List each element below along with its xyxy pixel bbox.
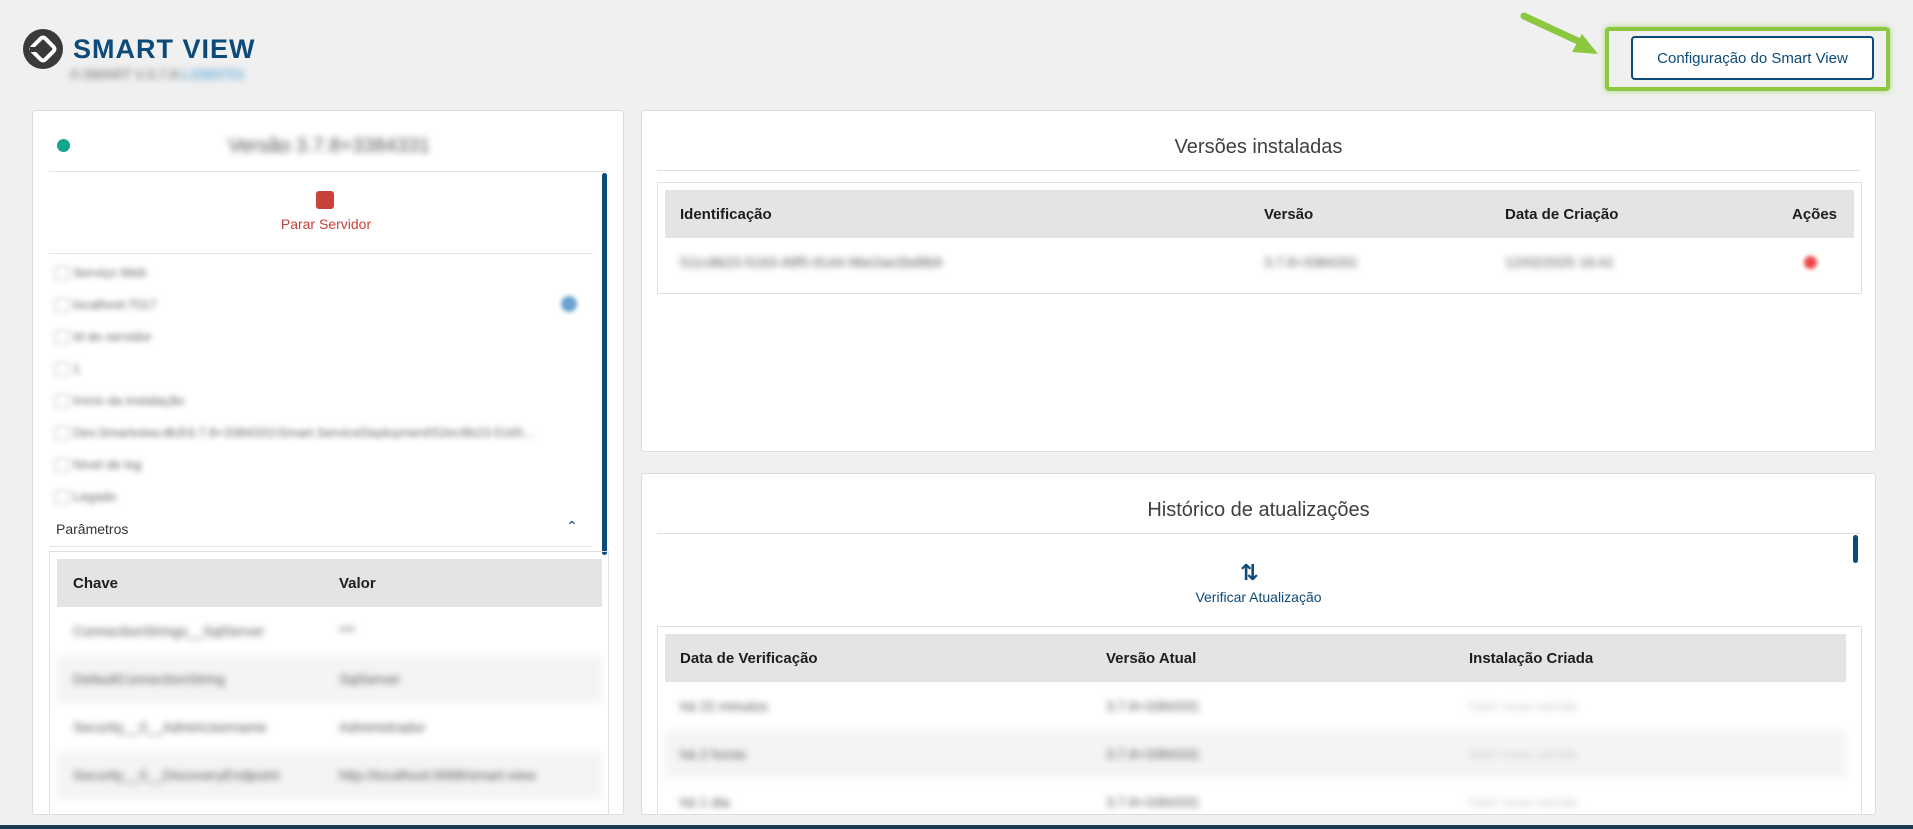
stop-icon[interactable] (316, 191, 334, 209)
column-header: Versão (1264, 205, 1314, 223)
update-history-title: Histórico de atualizações (1147, 499, 1370, 521)
table-row: há 22 minutos 3.7.8+3384331 Sem nova ver… (680, 698, 1578, 714)
params-section-label[interactable]: Parâmetros (56, 521, 128, 537)
params-table-header: Chave Valor (57, 559, 602, 607)
column-header: Data de Criação (1505, 205, 1619, 223)
brand-title: SMART VIEW (73, 33, 256, 64)
bottom-bar (0, 825, 1913, 829)
installed-table-header: Identificação Versão Data de Criação Açõ… (665, 190, 1854, 238)
column-header: Instalação Criada (1469, 649, 1594, 667)
installed-versions-title: Versões instaladas (1174, 136, 1343, 158)
info-line: Início da instalação (55, 393, 184, 408)
info-line: 1 (55, 361, 80, 376)
divider (657, 533, 1860, 534)
stop-server-button[interactable]: Parar Servidor (33, 216, 619, 232)
table-row: há 2 horas 3.7.8+3384331 Sem nova versão (665, 730, 1846, 778)
history-table-header: Data de Verificação Versão Atual Instala… (665, 634, 1846, 682)
info-icon[interactable] (561, 296, 577, 312)
delete-icon[interactable] (1804, 255, 1817, 269)
info-line: localhost:7017 (55, 297, 157, 312)
divider (49, 253, 593, 254)
table-row: DefaultConnectionString SqlServer (57, 655, 602, 703)
column-header: Data de Verificação (680, 649, 818, 667)
column-header: Ações (1792, 205, 1838, 223)
refresh-icon[interactable]: ⇅ (1240, 560, 1258, 586)
column-header: Versão Atual (1106, 649, 1197, 667)
highlight-arrow-icon (1520, 12, 1598, 54)
divider (49, 546, 593, 547)
column-header: Valor (339, 574, 376, 592)
divider (657, 170, 1860, 171)
check-update-button[interactable]: Verificar Atualização (642, 589, 1875, 605)
totvs-logo-icon (23, 29, 63, 69)
table-row: há 1 dia 3.7.8+3384331 Sem nova versão (680, 794, 1578, 810)
column-header: Identificação (680, 205, 772, 223)
column-header: Chave (73, 574, 119, 592)
table-row: Security__0__DiscoveryEndpoint http://lo… (57, 751, 602, 799)
server-panel: Versão 3.7.8+3384331 Parar Servidor Serv… (32, 110, 624, 815)
app-version-subtitle: A SMART V.3.7.8-L3383701 (70, 66, 245, 82)
smart-view-config-button[interactable]: Configuração do Smart View (1631, 36, 1874, 80)
info-line: Legado (55, 489, 116, 504)
update-history-table: Data de Verificação Versão Atual Instala… (657, 626, 1862, 814)
chevron-up-icon[interactable]: ⌃ (566, 518, 578, 535)
divider (49, 171, 607, 172)
info-line: Dev.Smartview.db3\3.7.8+3384331\Smart.Se… (55, 425, 534, 440)
table-row: ConnectionStrings__SqlServer *** (73, 623, 356, 639)
table-row: Security__0__AdminUsername Administrador (73, 719, 426, 735)
info-line: Serviço Web (55, 265, 146, 280)
update-history-panel: Histórico de atualizações ⇅ Verificar At… (641, 473, 1876, 815)
right-scrollbar[interactable] (1853, 535, 1858, 563)
installed-versions-panel: Versões instaladas Identificação Versão … (641, 110, 1876, 452)
installed-versions-table: Identificação Versão Data de Criação Açõ… (657, 182, 1862, 294)
info-line: Nível de log (55, 457, 142, 472)
server-version-title: Versão 3.7.8+3384331 (228, 135, 430, 157)
logo: SMART VIEW (22, 28, 256, 70)
info-line: Id do servidor (55, 329, 152, 344)
table-row: 511c8b23-5163-49f5-9144-96e2ae2bd9b9 3.7… (665, 238, 1854, 286)
params-table: Chave Valor ConnectionStrings__SqlServer… (49, 551, 609, 814)
